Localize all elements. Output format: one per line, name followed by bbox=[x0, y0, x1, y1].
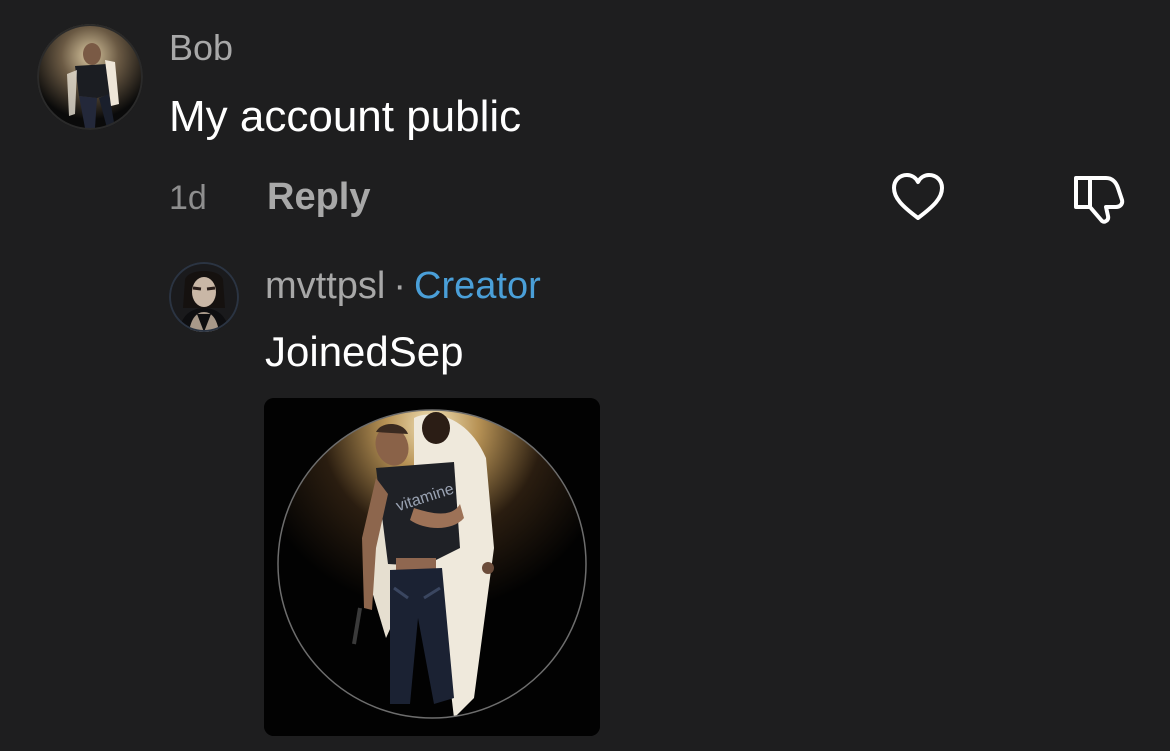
reply-avatar-image bbox=[169, 262, 239, 332]
avatar-image bbox=[37, 24, 143, 130]
creator-badge: Creator bbox=[414, 265, 541, 307]
reply-header: mvttpsl · Creator bbox=[265, 264, 541, 308]
thumbs-down-outline-icon bbox=[1074, 176, 1125, 224]
reply-attached-image[interactable]: vitamine bbox=[264, 398, 600, 736]
heart-outline-icon bbox=[892, 173, 944, 220]
comment-thread: Bob My account public 1d Reply mvttpsl · C… bbox=[0, 0, 1170, 751]
reply-button[interactable]: Reply bbox=[267, 176, 370, 218]
comment-timestamp: 1d bbox=[169, 179, 207, 217]
comment-username[interactable]: Bob bbox=[169, 28, 233, 68]
dislike-button[interactable] bbox=[1070, 172, 1126, 224]
separator-dot: · bbox=[393, 265, 407, 307]
avatar[interactable] bbox=[37, 24, 143, 130]
reply-text: JoinedSep bbox=[265, 328, 464, 375]
like-button[interactable] bbox=[890, 172, 946, 224]
attached-photo: vitamine bbox=[264, 398, 600, 736]
comment-text: My account public bbox=[169, 92, 522, 141]
reply-username[interactable]: mvttpsl bbox=[265, 265, 385, 307]
reply-avatar[interactable] bbox=[169, 262, 239, 332]
